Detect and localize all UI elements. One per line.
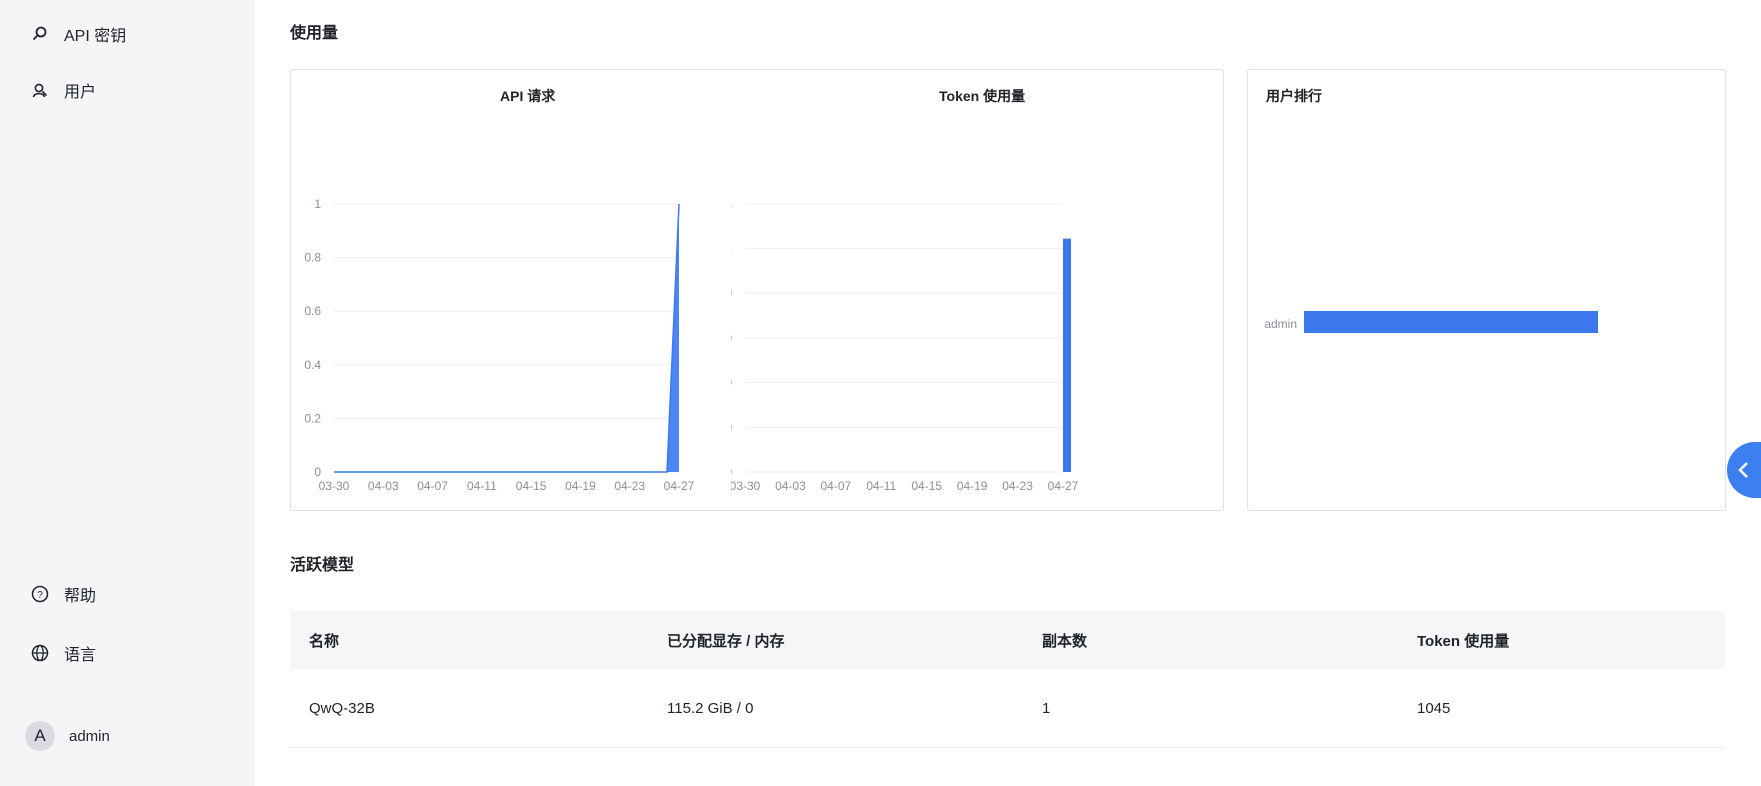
- main-content: 使用量 API 请求 Token 使用量 0 0.2 0.4 0.6 0.8 1 03-30…: [255, 0, 1761, 786]
- y-tick-label: 0.8: [304, 251, 321, 265]
- x-tick-label: 04-11: [467, 479, 497, 493]
- bar: [1304, 311, 1598, 333]
- replicas-cell: 1: [1042, 699, 1051, 717]
- x-tick-label: 04-11: [866, 479, 896, 493]
- usage-section-title: 使用量: [290, 25, 339, 42]
- sidebar-item-users[interactable]: 用户: [30, 78, 96, 102]
- y-tick-label: 1K: [731, 242, 732, 256]
- column-header-allocated-memory[interactable]: 已分配显存 / 内存: [648, 630, 1023, 651]
- x-tick-label: 04-27: [664, 479, 695, 493]
- x-tick-label: 04-27: [1048, 479, 1079, 493]
- sidebar-item-api-keys[interactable]: API 密钥: [30, 22, 126, 46]
- key-icon: [30, 24, 50, 44]
- x-tick-label: 03-30: [731, 479, 761, 493]
- x-tick-label: 04-15: [911, 479, 942, 493]
- sidebar: API 密钥 用户 ? 帮助 语言 A admin: [0, 0, 255, 786]
- x-tick-label: 04-07: [417, 479, 448, 493]
- chevron-left-icon: [1737, 461, 1751, 479]
- y-tick-label: 0.4: [304, 358, 321, 372]
- bar: [1063, 238, 1071, 472]
- allocated-memory-cell: 115.2 GiB / 0: [667, 699, 754, 717]
- y-tick-label: 1.2K: [731, 197, 732, 211]
- sidebar-item-label: 帮助: [64, 588, 97, 605]
- sidebar-item-label: API 密钥: [64, 28, 127, 45]
- x-tick-label: 03-30: [319, 479, 350, 493]
- column-header-name[interactable]: 名称: [290, 630, 648, 651]
- token-usage-chart: 0 200 400 600 800 1K 1.2K 03-30 04-03 04-07 04-11 0…: [731, 197, 1079, 493]
- y-tick-label: 600: [731, 331, 732, 345]
- api-requests-chart: 0 0.2 0.4 0.6 0.8 1 03-30 04-03 04-07 04-11 04-15 0…: [304, 197, 695, 493]
- x-tick-label: 04-19: [957, 479, 988, 493]
- y-tick-label: 1: [314, 197, 321, 211]
- user-ranking-card: 用户排行 admin: [1247, 69, 1726, 511]
- table-row[interactable]: QwQ-32B 115.2 GiB / 0 1 1045: [290, 669, 1725, 748]
- y-tick-label: 0: [731, 465, 732, 479]
- sidebar-item-help[interactable]: ? 帮助: [30, 582, 96, 606]
- user-ranking-chart: admin: [1264, 311, 1598, 333]
- help-icon: ?: [30, 584, 50, 604]
- sidebar-item-language[interactable]: 语言: [30, 641, 96, 665]
- token-usage-cell: 1045: [1417, 699, 1451, 717]
- x-tick-label: 04-15: [516, 479, 547, 493]
- y-tick-label: 800: [731, 286, 732, 300]
- sidebar-item-label: 用户: [64, 84, 97, 101]
- globe-icon: [30, 643, 50, 663]
- x-tick-label: 04-23: [614, 479, 645, 493]
- user-menu[interactable]: A admin: [25, 721, 110, 751]
- series-line: [334, 203, 680, 473]
- y-tick-label: 200: [731, 420, 732, 434]
- active-models-title: 活跃模型: [290, 557, 355, 574]
- x-tick-label: 04-07: [821, 479, 852, 493]
- avatar: A: [25, 721, 55, 751]
- x-tick-label: 04-23: [1002, 479, 1033, 493]
- sidebar-item-label: 语言: [64, 647, 97, 664]
- users-icon: [30, 80, 50, 100]
- y-tick-label: 0.6: [304, 304, 321, 318]
- column-header-replicas[interactable]: 副本数: [1023, 630, 1398, 651]
- y-tick-label: admin: [1264, 317, 1297, 331]
- y-tick-label: 0: [314, 465, 321, 479]
- active-models-table: 名称 已分配显存 / 内存 副本数 Token 使用量 QwQ-32B 115.…: [290, 611, 1725, 748]
- x-tick-label: 04-19: [565, 479, 596, 493]
- y-tick-label: 400: [731, 376, 732, 390]
- x-tick-label: 04-03: [368, 479, 399, 493]
- usage-charts-card: API 请求 Token 使用量 0 0.2 0.4 0.6 0.8 1 03-30 04-0…: [290, 69, 1224, 511]
- table-header: 名称 已分配显存 / 内存 副本数 Token 使用量: [290, 611, 1725, 669]
- series-area: [334, 204, 679, 472]
- model-name-cell: QwQ-32B: [309, 699, 375, 717]
- svg-text:?: ?: [37, 590, 43, 601]
- user-name: admin: [69, 727, 110, 745]
- x-tick-label: 04-03: [775, 479, 806, 493]
- y-tick-label: 0.2: [304, 411, 321, 425]
- column-header-token-usage[interactable]: Token 使用量: [1398, 630, 1725, 651]
